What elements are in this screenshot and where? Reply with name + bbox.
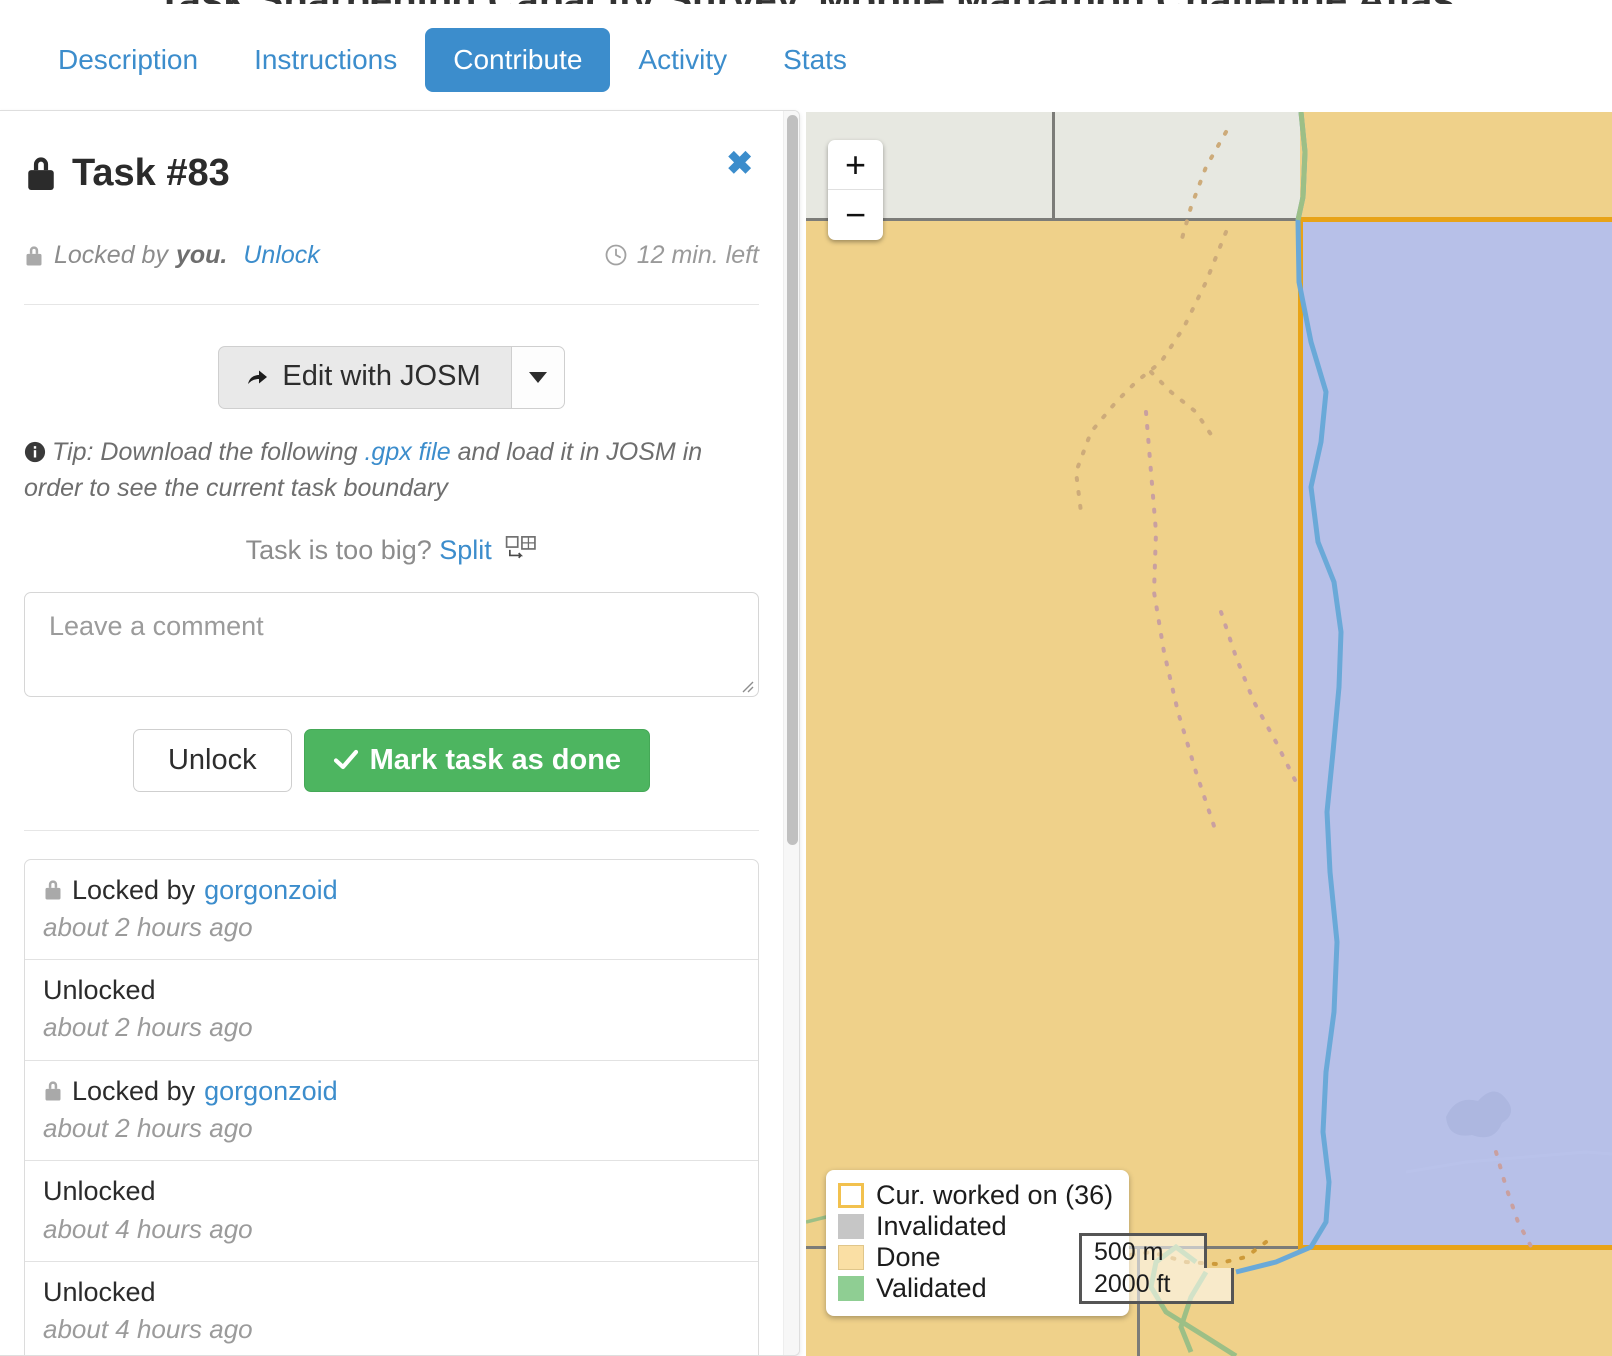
history-action: Unlocked <box>43 974 740 1006</box>
task-title: Task #83 <box>72 152 230 194</box>
history-action: Locked by gorgonzoid <box>43 1075 740 1107</box>
current-task-border <box>1298 1245 1612 1250</box>
gpx-file-link[interactable]: .gpx file <box>364 438 450 466</box>
split-row: Task is too big? Split <box>24 535 759 566</box>
split-prompt: Task is too big? <box>245 534 432 565</box>
legend-swatch-done <box>838 1245 864 1270</box>
map-zoom-controls: + − <box>828 140 883 240</box>
lock-icon-small <box>45 880 61 900</box>
history-action-label: Locked by <box>72 874 196 905</box>
lock-status-row: Locked by you. Unlock 12 min. left <box>24 239 759 271</box>
list-item: Unlocked about 4 hours ago <box>25 1262 758 1355</box>
history-action-label: Locked by <box>72 1075 196 1106</box>
history-action-label: Unlocked <box>43 1176 156 1207</box>
current-task-border <box>1298 217 1303 1250</box>
gpx-tip-prefix: Tip: Download the following <box>52 438 358 466</box>
gpx-tip: Tip: Download the following .gpx file an… <box>24 434 759 507</box>
mark-task-done-button[interactable]: Mark task as done <box>303 728 651 792</box>
list-item: Unlocked about 2 hours ago <box>25 960 758 1061</box>
panel-scrollbar-thumb[interactable] <box>787 115 798 845</box>
legend-item: Cur. worked on (36) <box>838 1180 1113 1211</box>
legend-label: Invalidated <box>876 1211 1007 1241</box>
edit-with-josm-label: Edit with JOSM <box>282 360 481 392</box>
close-icon[interactable]: ✖ <box>726 147 753 179</box>
editor-button-row: Edit with JOSM <box>24 346 759 409</box>
map-scale-imperial: 2000 ft <box>1079 1268 1234 1304</box>
legend-label: Validated <box>876 1273 987 1303</box>
task-actions: Unlock Mark task as done <box>24 728 759 792</box>
split-task-icon <box>506 535 537 558</box>
map-tile-done[interactable] <box>806 220 1300 1248</box>
history-action: Unlocked <box>43 1175 740 1207</box>
share-arrow-icon <box>248 370 268 384</box>
mark-task-done-label: Mark task as done <box>369 743 622 776</box>
zoom-out-button[interactable]: − <box>828 190 883 240</box>
history-time: about 2 hours ago <box>43 1012 253 1043</box>
lock-status-prefix: Locked by <box>54 240 168 269</box>
map-tile-done[interactable] <box>1300 112 1612 220</box>
lock-status-actor: you. <box>175 240 228 269</box>
divider-2 <box>24 829 759 831</box>
editor-button-group: Edit with JOSM <box>218 346 565 409</box>
page-title: Task Sharpening Capacity Survey, Mobile … <box>0 0 1612 4</box>
lock-icon <box>28 157 54 190</box>
history-time: about 4 hours ago <box>43 1314 253 1345</box>
editor-dropdown-button[interactable] <box>510 346 565 409</box>
comment-input[interactable]: Leave a comment <box>24 591 759 697</box>
history-action: Locked by gorgonzoid <box>43 874 740 906</box>
map-grid-line <box>1052 112 1055 220</box>
list-item: Locked by gorgonzoid about 2 hours ago <box>25 860 758 961</box>
lock-icon-small <box>45 1081 61 1101</box>
lock-icon-small <box>26 245 42 265</box>
check-icon <box>333 749 358 770</box>
list-item: Unlocked about 4 hours ago <box>25 1161 758 1262</box>
history-user-link[interactable]: gorgonzoid <box>204 874 338 906</box>
panel-scrollbar[interactable] <box>783 111 799 1355</box>
history-action-label: Unlocked <box>43 975 156 1006</box>
legend-swatch-current <box>838 1183 864 1208</box>
info-icon <box>24 441 46 463</box>
map-tile-current-task[interactable] <box>1300 220 1612 1248</box>
history-action-label: Unlocked <box>43 1276 156 1307</box>
map-scale-bars: 500 m 2000 ft <box>1079 1232 1234 1304</box>
unlock-button[interactable]: Unlock <box>132 728 292 792</box>
history-time: about 2 hours ago <box>43 1113 253 1144</box>
current-task-border <box>1298 217 1612 222</box>
history-user-link[interactable]: gorgonzoid <box>204 1075 338 1107</box>
tab-description[interactable]: Description <box>30 28 226 92</box>
unlock-link[interactable]: Unlock <box>243 241 319 270</box>
task-history-list: Locked by gorgonzoid about 2 hours ago U… <box>24 858 759 1355</box>
time-left: 12 min. left <box>604 241 759 270</box>
history-time: about 4 hours ago <box>43 1213 253 1244</box>
clock-icon <box>605 244 627 266</box>
tab-instructions[interactable]: Instructions <box>226 28 425 92</box>
edit-with-josm-button[interactable]: Edit with JOSM <box>218 346 511 409</box>
legend-label: Cur. worked on (36) <box>876 1180 1114 1210</box>
zoom-in-button[interactable]: + <box>828 140 883 190</box>
legend-item: Validated <box>838 1273 1113 1304</box>
divider <box>24 304 759 305</box>
tab-contribute[interactable]: Contribute <box>425 28 611 92</box>
legend-swatch-validated <box>838 1276 864 1301</box>
history-time: about 2 hours ago <box>43 911 253 942</box>
task-panel-content: Task #83 ✖ Locked by you. Unlock 12 min.… <box>0 111 783 1355</box>
legend-label: Done <box>876 1242 941 1272</box>
task-map[interactable]: + − Cur. worked on (36) Invalidated Done… <box>806 112 1612 1356</box>
tab-bar: Description Instructions Contribute Acti… <box>0 28 875 100</box>
task-header: Task #83 ✖ <box>24 145 759 201</box>
tab-stats[interactable]: Stats <box>755 28 875 92</box>
chevron-down-icon <box>528 372 547 383</box>
split-link[interactable]: Split <box>439 535 492 565</box>
resize-grip-icon[interactable] <box>738 677 754 693</box>
comment-placeholder: Leave a comment <box>49 610 264 641</box>
task-panel: Task #83 ✖ Locked by you. Unlock 12 min.… <box>0 110 800 1356</box>
time-left-text: 12 min. left <box>636 240 759 269</box>
legend-item: Done <box>838 1242 1113 1273</box>
map-scale-metric: 500 m <box>1079 1232 1207 1269</box>
history-action: Unlocked <box>43 1276 740 1308</box>
list-item: Locked by gorgonzoid about 2 hours ago <box>25 1061 758 1162</box>
legend-item: Invalidated <box>838 1211 1113 1242</box>
legend-swatch-invalidated <box>838 1214 864 1239</box>
tab-activity[interactable]: Activity <box>610 28 755 92</box>
